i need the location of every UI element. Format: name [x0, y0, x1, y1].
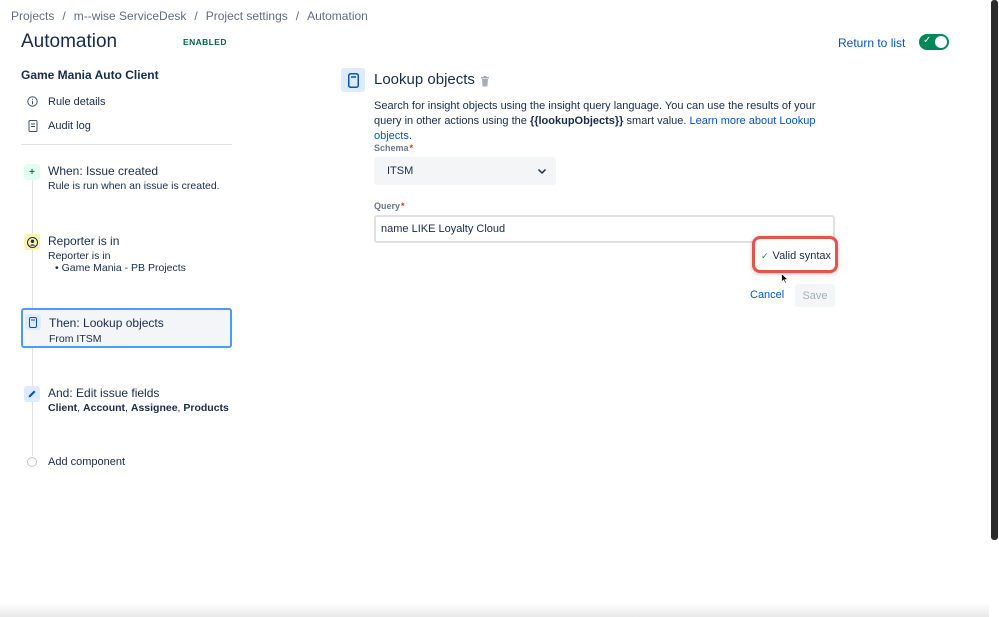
valid-syntax-message: ✓ Valid syntax — [761, 250, 831, 262]
rule-details-link[interactable]: Rule details — [26, 95, 105, 108]
status-badge: ENABLED — [183, 37, 227, 47]
breadcrumb-project-settings[interactable]: Project settings — [206, 9, 288, 23]
step-list-item-text: Game Mania - PB Projects — [61, 262, 186, 274]
panel-title: Lookup objects — [374, 71, 475, 88]
query-label-text: Query — [374, 201, 401, 211]
check-icon: ✓ — [761, 251, 769, 261]
field-account: Account — [83, 402, 126, 414]
mouse-pointer-icon — [781, 271, 790, 284]
trash-icon[interactable] — [480, 74, 490, 87]
valid-syntax-text: Valid syntax — [772, 250, 832, 262]
rule-step-edit-fields[interactable]: And: Edit issue fields Client, Account, … — [21, 384, 232, 418]
chevron-down-icon — [536, 165, 548, 177]
save-button[interactable]: Save — [795, 284, 835, 307]
audit-log-link[interactable]: Audit log — [26, 119, 91, 132]
description-text: . — [408, 130, 412, 142]
field-client: Client — [48, 402, 78, 414]
panel-description: Search for insight objects using the ins… — [374, 99, 844, 144]
query-label: Query* — [374, 201, 405, 211]
add-component-button[interactable]: Add component — [27, 456, 125, 468]
rule-step-lookup-selected[interactable]: Then: Lookup objects From ITSM — [21, 308, 232, 348]
rule-name: Game Mania Auto Client — [21, 68, 159, 82]
rule-step-condition[interactable]: Reporter is in Reporter is in • Game Man… — [21, 232, 232, 276]
required-mark: * — [409, 143, 414, 153]
schema-label: Schema* — [374, 143, 413, 153]
schema-select[interactable]: ITSM — [374, 157, 556, 185]
page-title: Automation — [21, 31, 118, 52]
field-assignee: Assignee — [130, 402, 178, 414]
cancel-button[interactable]: Cancel — [750, 289, 784, 301]
step-description: Rule is run when an issue is created. — [48, 180, 220, 192]
breadcrumb-automation[interactable]: Automation — [307, 9, 368, 23]
required-mark: * — [401, 201, 405, 211]
return-to-list-link[interactable]: Return to list — [838, 36, 905, 50]
valid-syntax-highlight: ✓ Valid syntax — [752, 236, 838, 273]
check-icon: ✓ — [923, 35, 932, 46]
step-title: Then: Lookup objects — [49, 316, 164, 330]
step-list-item: • Game Mania - PB Projects — [55, 262, 186, 274]
rule-enabled-toggle[interactable]: ✓ — [919, 34, 949, 50]
description-text: smart value. — [623, 115, 690, 127]
breadcrumb-project[interactable]: m--wise ServiceDesk — [74, 9, 187, 23]
step-title: Reporter is in — [48, 234, 120, 248]
user-condition-icon — [24, 234, 40, 250]
schema-label-text: Schema — [374, 143, 409, 153]
toggle-knob — [935, 36, 947, 48]
breadcrumb-separator: / — [62, 9, 66, 23]
info-icon — [26, 95, 39, 108]
horizontal-scrollbar[interactable] — [0, 603, 990, 617]
scrollbar-thumb[interactable] — [991, 0, 998, 540]
add-component-circle-icon — [27, 457, 37, 467]
lookup-object-icon — [341, 68, 365, 92]
schema-selected-value: ITSM — [387, 165, 414, 177]
plus-icon: + — [24, 164, 40, 180]
audit-log-label: Audit log — [48, 119, 91, 132]
field-products: Products — [183, 402, 229, 414]
pencil-icon — [24, 386, 40, 402]
step-fields: Client, Account, Assignee, Products — [48, 402, 229, 414]
smart-value: {{lookupObjects}} — [529, 115, 624, 127]
add-component-label: Add component — [48, 456, 126, 468]
document-icon — [26, 119, 39, 132]
step-description: Reporter is in — [48, 250, 111, 262]
breadcrumb-separator: / — [194, 9, 198, 23]
step-title: When: Issue created — [48, 164, 159, 178]
breadcrumb-projects[interactable]: Projects — [11, 9, 54, 23]
step-description: From ITSM — [49, 333, 102, 345]
breadcrumb: Projects / m--wise ServiceDesk / Project… — [11, 9, 368, 23]
step-title: And: Edit issue fields — [48, 386, 160, 400]
rule-details-label: Rule details — [48, 95, 106, 108]
sidebar-divider — [21, 144, 232, 145]
lookup-object-icon — [25, 314, 41, 330]
rule-step-trigger[interactable]: + When: Issue created Rule is run when a… — [21, 162, 232, 198]
breadcrumb-separator: / — [295, 9, 300, 23]
